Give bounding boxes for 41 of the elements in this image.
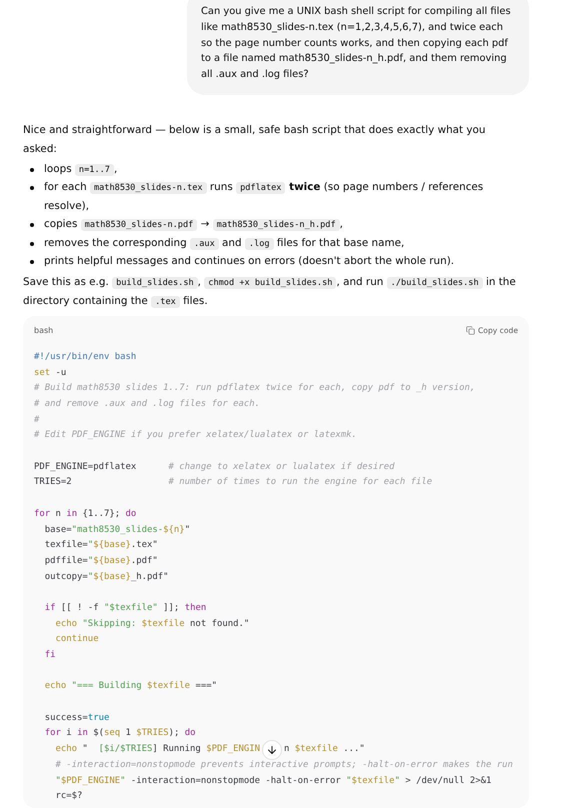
code-line: echo " [$i/$TRIES] Running $PDF_ENGIN xyxy=(54,743,260,756)
code-line: outcopy="${base}_h.pdf" xyxy=(44,570,170,584)
copy-icon xyxy=(466,326,475,336)
bullet-icon xyxy=(30,223,34,228)
code-line: rc=$? xyxy=(54,790,84,804)
code-line: pdffile="${base}.pdf" xyxy=(44,554,159,568)
list-item: loops n=1..7 , xyxy=(44,162,118,178)
user-message: Can you give me a UNIX bash shell script for compiling all files like math8530_slides-n.tex (n=1,2,3,4,5,6,7), and twice each so the page number counts works, and then copying each pdf to a file named math8530_slides-n_h.pdf, and them removing all .aux and .log files? xyxy=(187,0,529,95)
code-line: set -u xyxy=(34,366,68,380)
code-line: TRIES=2 # number of times to run the engine for each file xyxy=(34,476,434,490)
code-line: # and remove .aux and .log files for each. xyxy=(34,398,261,412)
instructions-paragraph: Save this as e.g. build_slides.sh , chmod +x build_slides.sh , and run ./build_slides.sh in the directory containing the .tex files. xyxy=(22,274,517,310)
bullet-icon xyxy=(30,260,34,264)
code-line: "$PDF_ENGINE" -interaction=nonstopmode -halt-on-error "$texfile" > /dev/null 2>&1 xyxy=(54,774,492,788)
code-line: n $texfile ..." xyxy=(284,743,365,756)
code-line: # Build math8530 slides 1..7: run pdflatex twice for each, copy pdf to _h version, xyxy=(34,382,476,396)
code-line: success=true xyxy=(44,712,110,725)
bullet-icon xyxy=(30,186,34,190)
code-line: echo "Skipping: $texfile not found." xyxy=(54,618,250,631)
code-line: base="math8530_slides-${n}" xyxy=(44,524,192,537)
code-line: for i in $(seq 1 $TRIES); do xyxy=(44,727,197,740)
list-item: copies math8530_slides-n.pdf → math8530_slides-n_h.pdf , xyxy=(44,217,343,234)
code-line: fi xyxy=(44,649,57,662)
scroll-down-button[interactable] xyxy=(262,740,282,760)
code-line: if [[ ! -f "$texfile" ]]; then xyxy=(44,602,208,615)
code-line: echo "=== Building $texfile ===" xyxy=(44,680,218,694)
code-line: # xyxy=(34,414,40,427)
code-line: #!/usr/bin/env bash xyxy=(34,350,138,364)
code-line: for n in {1..7}; do xyxy=(34,508,138,521)
intro-paragraph: Nice and straightforward — below is a small, safe bash script that does exactly what you asked: xyxy=(22,122,487,157)
bullet-icon xyxy=(30,168,34,172)
bullet-icon xyxy=(30,242,34,246)
list-item: removes the corresponding .aux and .log files for that base name, xyxy=(44,236,404,252)
code-language: bash xyxy=(34,326,54,336)
code-line: texfile="${base}.tex" xyxy=(44,539,159,552)
list-item: prints helpful messages and continues on errors (doesn't abort the whole run). xyxy=(44,254,454,270)
arrow-down-icon xyxy=(266,744,278,756)
code-line: # -interaction=nonstopmode prevents interactive prompts; -halt-on-error makes the run xyxy=(54,758,514,772)
code-line: continue xyxy=(54,633,100,646)
code-line: # Edit PDF_ENGINE if you prefer xelatex/lualatex or latexmk. xyxy=(34,429,358,442)
code-line: PDF_ENGINE=pdflatex # change to xelatex or lualatex if desired xyxy=(34,460,396,474)
